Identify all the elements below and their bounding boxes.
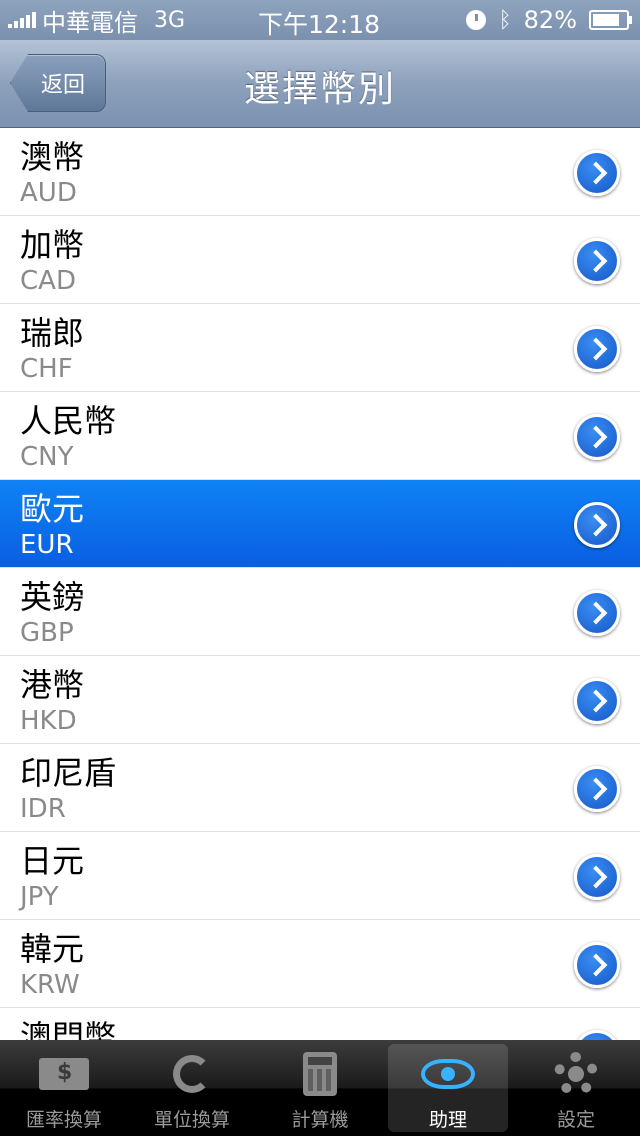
tab-gear[interactable]: 設定 — [512, 1040, 640, 1136]
currency-row-gbp[interactable]: 英鎊 GBP — [0, 568, 640, 656]
currency-name: 加幣 — [20, 226, 85, 264]
detail-disclosure-icon[interactable] — [574, 502, 620, 548]
calculator-icon — [293, 1047, 347, 1101]
currency-name: 人民幣 — [20, 402, 117, 440]
currency-name: 瑞郎 — [20, 314, 85, 352]
battery-percent: 82% — [523, 6, 577, 34]
detail-disclosure-icon[interactable] — [574, 150, 620, 196]
currency-row-hkd[interactable]: 港幣 HKD — [0, 656, 640, 744]
page-title: 選擇幣別 — [243, 69, 396, 110]
currency-row-krw[interactable]: 韓元 KRW — [0, 920, 640, 1008]
navigation-bar: 返回 選擇幣別 — [0, 40, 640, 128]
detail-disclosure-icon[interactable] — [574, 1030, 620, 1040]
currency-name: 英鎊 — [20, 578, 85, 616]
carrier-name: 中華電信 — [42, 8, 138, 37]
money-exchange-icon — [37, 1047, 91, 1101]
currency-row-eur[interactable]: 歐元 EUR — [0, 480, 640, 568]
currency-name: 澳門幣 — [20, 1018, 117, 1040]
refresh-icon — [165, 1047, 219, 1101]
detail-disclosure-icon[interactable] — [574, 238, 620, 284]
detail-disclosure-icon[interactable] — [574, 414, 620, 460]
detail-disclosure-icon[interactable] — [574, 678, 620, 724]
tab-money-exchange[interactable]: 匯率換算 — [0, 1040, 128, 1136]
currency-row-cad[interactable]: 加幣 CAD — [0, 216, 640, 304]
currency-code: EUR — [20, 530, 74, 560]
detail-disclosure-icon[interactable] — [574, 326, 620, 372]
currency-name: 印尼盾 — [20, 754, 117, 792]
tab-eye[interactable]: 助理 — [384, 1040, 512, 1136]
tab-label: 助理 — [428, 1109, 467, 1131]
status-bar: 中華電信 3G 下午12:18 ᛒ 82% — [0, 0, 640, 40]
currency-code: IDR — [20, 794, 66, 824]
currency-code: AUD — [20, 178, 77, 208]
currency-row-aud[interactable]: 澳幣 AUD — [0, 128, 640, 216]
tab-label: 設定 — [556, 1109, 595, 1131]
currency-code: GBP — [20, 618, 74, 648]
status-time: 下午12:18 — [258, 10, 381, 39]
detail-disclosure-icon[interactable] — [574, 942, 620, 988]
detail-disclosure-icon[interactable] — [574, 590, 620, 636]
detail-disclosure-icon[interactable] — [574, 854, 620, 900]
currency-name: 歐元 — [20, 490, 85, 528]
currency-name: 港幣 — [20, 666, 85, 704]
currency-row-cny[interactable]: 人民幣 CNY — [0, 392, 640, 480]
battery-icon — [589, 10, 632, 30]
signal-icon — [8, 12, 36, 28]
network-type: 3G — [154, 7, 186, 33]
tab-label: 單位換算 — [153, 1109, 230, 1131]
currency-row-jpy[interactable]: 日元 JPY — [0, 832, 640, 920]
currency-name: 韓元 — [20, 930, 85, 968]
currency-name: 澳幣 — [20, 138, 85, 176]
bluetooth-icon: ᛒ — [498, 7, 512, 33]
tab-bar: 匯率換算 單位換算 計算機 助理 設定 — [0, 1040, 640, 1136]
currency-name: 日元 — [20, 842, 85, 880]
detail-disclosure-icon[interactable] — [574, 766, 620, 812]
currency-code: CAD — [20, 266, 76, 296]
currency-row-chf[interactable]: 瑞郎 CHF — [0, 304, 640, 392]
tab-refresh[interactable]: 單位換算 — [128, 1040, 256, 1136]
currency-code: HKD — [20, 706, 77, 736]
currency-code: CHF — [20, 354, 73, 384]
currency-row-item-10[interactable]: 澳門幣 — [0, 1008, 640, 1040]
tab-label: 匯率換算 — [25, 1109, 102, 1131]
alarm-clock-icon — [466, 10, 487, 30]
tab-label: 計算機 — [291, 1109, 349, 1131]
currency-list: 澳幣 AUD 加幣 CAD 瑞郎 CHF 人民幣 CNY 歐元 EUR 英鎊 GBP 港幣 HKD 印尼盾 I… — [0, 128, 640, 1040]
currency-code: CNY — [20, 442, 74, 472]
currency-row-idr[interactable]: 印尼盾 IDR — [0, 744, 640, 832]
eye-icon — [421, 1047, 475, 1101]
currency-code: KRW — [20, 970, 80, 1000]
currency-code: JPY — [20, 882, 59, 912]
tab-calculator[interactable]: 計算機 — [256, 1040, 384, 1136]
gear-icon — [549, 1047, 603, 1101]
